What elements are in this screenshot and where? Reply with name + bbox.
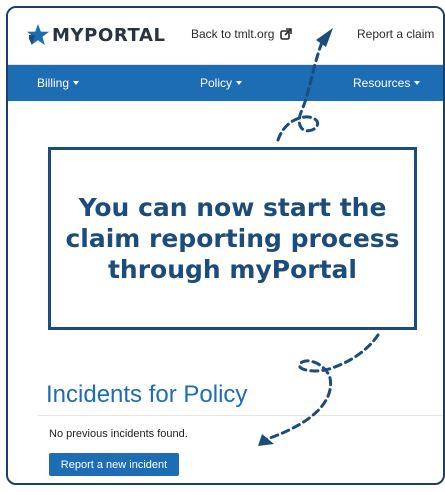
main-nav: Billing Policy Resources — [8, 65, 443, 101]
nav-item-billing[interactable]: Billing — [37, 76, 80, 90]
nav-item-label: Billing — [37, 76, 70, 90]
section-divider — [38, 415, 443, 416]
star-icon — [26, 23, 50, 47]
nav-item-policy[interactable]: Policy — [200, 76, 243, 90]
report-a-claim-link[interactable]: Report a claim — [357, 27, 434, 41]
incidents-title: Incidents for Policy — [46, 381, 248, 408]
report-new-incident-button[interactable]: Report a new incident — [49, 453, 179, 476]
logo-text: MYPORTAL — [52, 24, 166, 46]
back-link-label: Back to tmlt.org — [191, 27, 275, 41]
nav-item-resources[interactable]: Resources — [353, 76, 421, 90]
nav-item-label: Resources — [353, 76, 411, 90]
chevron-down-icon — [414, 81, 421, 85]
external-link-icon — [279, 28, 292, 40]
nav-item-label: Policy — [200, 76, 233, 90]
chevron-down-icon — [236, 81, 243, 85]
chevron-down-icon — [73, 81, 80, 85]
callout-box: You can now start the claim reporting pr… — [48, 147, 417, 330]
back-to-tmlt-link[interactable]: Back to tmlt.org — [191, 27, 292, 41]
callout-text: You can now start the claim reporting pr… — [65, 193, 400, 284]
empty-incidents-message: No previous incidents found. — [49, 428, 188, 440]
top-header: MYPORTAL Back to tmlt.org Report a claim — [8, 8, 443, 65]
myportal-logo[interactable]: MYPORTAL — [26, 22, 166, 48]
